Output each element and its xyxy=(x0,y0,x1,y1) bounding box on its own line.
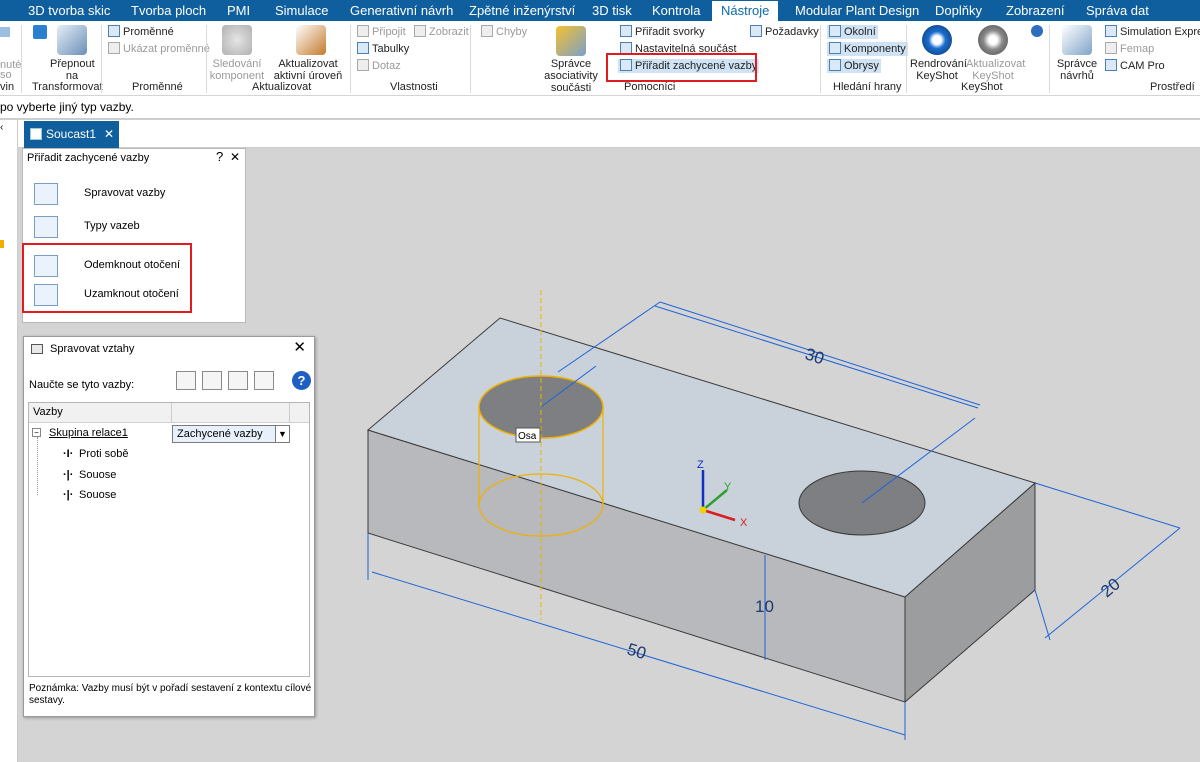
manage-relations-item[interactable]: Spravovat vazby xyxy=(31,182,231,206)
relation-type-select[interactable]: Zachycené vazby ▼ xyxy=(172,425,290,443)
triad-y-label: Y xyxy=(724,481,732,493)
dialog-note: Poznámka: Vazby musí být v pořadí sestav… xyxy=(29,683,312,706)
axis-tag-label: Osa xyxy=(518,431,537,442)
dim-30-label: 30 xyxy=(803,344,827,368)
dialog-close-icon[interactable]: ✕ xyxy=(293,339,306,357)
relations-tree[interactable]: Vazby − Skupina relace1 Zachycené vazby … xyxy=(28,402,310,677)
collapse-toggle-icon[interactable]: − xyxy=(32,428,41,437)
manage-relations-icon xyxy=(34,183,58,205)
popup-help-icon[interactable]: ? xyxy=(216,149,223,164)
list-relations-icon[interactable] xyxy=(228,371,248,390)
column-vazby[interactable]: Vazby xyxy=(29,403,172,423)
chevron-down-icon[interactable]: ▼ xyxy=(275,426,289,442)
learn-relations-label: Naučte se tyto vazby: xyxy=(29,379,135,391)
axial-align-icon: ·|· xyxy=(63,469,74,481)
relation-types-item[interactable]: Typy vazeb xyxy=(31,215,231,239)
dim-50-label: 50 xyxy=(625,640,649,664)
popup-title: Přiřadit zachycené vazby xyxy=(27,152,150,164)
tree-line xyxy=(37,437,38,495)
tree-header: Vazby xyxy=(29,403,309,423)
group-node[interactable]: Skupina relace1 xyxy=(49,427,128,439)
tree-child-axial-1[interactable]: Souose xyxy=(79,469,116,481)
dim-20-ext-b xyxy=(1034,482,1181,529)
tree-child-axial-2[interactable]: Souose xyxy=(79,489,116,501)
dialog-window-icon xyxy=(31,344,43,354)
manage-relationships-dialog: Spravovat vztahy ✕ Naučte se tyto vazby:… xyxy=(23,336,315,717)
dialog-title: Spravovat vztahy xyxy=(50,343,135,355)
relation-types-icon xyxy=(34,216,58,238)
add-relation-icon[interactable] xyxy=(176,371,196,390)
dim-20-ext-a xyxy=(1034,589,1051,641)
mate-icon: ·I· xyxy=(63,448,74,460)
triad-z-label: Z xyxy=(697,459,704,471)
column-value[interactable] xyxy=(172,403,290,423)
triad-x-label: X xyxy=(740,517,748,529)
dim-10-label: 10 xyxy=(755,597,774,616)
triad-origin xyxy=(699,506,707,514)
dialog-help-icon[interactable]: ? xyxy=(292,371,311,390)
highlight-box-rotation xyxy=(22,243,192,313)
tree-child-mate[interactable]: Proti sobě xyxy=(79,448,129,460)
popup-close-icon[interactable]: ✕ xyxy=(230,150,240,164)
dim-20-label: 20 xyxy=(1097,574,1124,601)
edit-relation-icon[interactable] xyxy=(202,371,222,390)
axial-align-icon: ·|· xyxy=(63,489,74,501)
preview-relation-icon[interactable] xyxy=(254,371,274,390)
